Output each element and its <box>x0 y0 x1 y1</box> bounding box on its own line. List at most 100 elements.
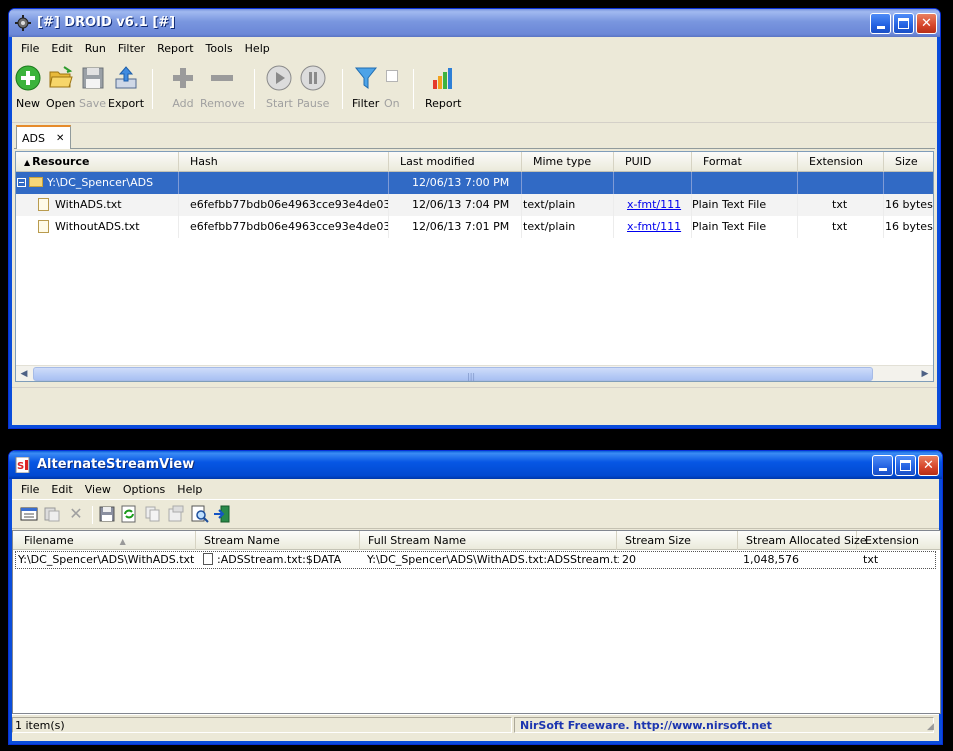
column-header-puid[interactable]: PUID <box>614 152 692 172</box>
table-row[interactable]: Y:\DC_Spencer\ADS\WithADS.txt :ADSStream… <box>15 551 936 569</box>
exit-icon[interactable] <box>213 505 231 523</box>
maximize-button[interactable] <box>895 455 916 476</box>
column-header-extension[interactable]: Extension <box>857 531 940 550</box>
menu-help[interactable]: Help <box>171 483 208 496</box>
toolbar-separator <box>152 69 153 109</box>
asv-title-bar[interactable]: S AlternateStreamView ✕ <box>9 451 942 479</box>
pause-button[interactable]: Pause <box>297 65 329 110</box>
remove-button[interactable]: Remove <box>200 65 245 110</box>
column-header-resource[interactable]: ▲ Resource <box>16 152 179 172</box>
cell-format: Plain Text File <box>692 216 798 238</box>
new-button[interactable]: New <box>15 65 41 110</box>
table-row[interactable]: WithoutADS.txt e6fefbb77bdb06e4963cce93e… <box>16 216 933 238</box>
menu-file[interactable]: File <box>15 42 45 55</box>
maximize-icon <box>900 460 911 471</box>
tab-ads[interactable]: ADS ✕ <box>16 125 71 149</box>
cell-mime-type: text/plain <box>522 194 614 216</box>
tab-close-icon[interactable]: ✕ <box>56 133 64 144</box>
window-title: AlternateStreamView <box>37 457 195 472</box>
collapse-icon[interactable] <box>17 177 26 187</box>
menu-tools[interactable]: Tools <box>200 42 239 55</box>
column-header-format[interactable]: Format <box>692 152 798 172</box>
minimize-button[interactable] <box>870 13 891 34</box>
add-label: Add <box>172 97 194 110</box>
menu-edit[interactable]: Edit <box>45 483 78 496</box>
menu-report[interactable]: Report <box>151 42 199 55</box>
menu-file[interactable]: File <box>15 483 45 496</box>
cell-format <box>692 172 798 194</box>
cell-puid[interactable]: x-fmt/111 <box>614 216 692 238</box>
delete-icon[interactable]: ✕ <box>67 505 85 523</box>
cell-extension: txt <box>798 194 884 216</box>
menu-options[interactable]: Options <box>117 483 171 496</box>
droid-gear-icon <box>15 15 31 31</box>
column-header-hash[interactable]: Hash <box>179 152 389 172</box>
menu-filter[interactable]: Filter <box>112 42 151 55</box>
column-header-stream-size[interactable]: Stream Size <box>617 531 738 550</box>
scroll-left-icon[interactable]: ◀ <box>16 366 32 381</box>
resize-grip-icon[interactable]: ◢ <box>927 722 939 734</box>
column-header-mime-type[interactable]: Mime type <box>522 152 614 172</box>
table-row[interactable]: WithADS.txt e6fefbb77bdb06e4963cce93e4de… <box>16 194 933 216</box>
checkbox-icon <box>385 70 398 82</box>
menu-view[interactable]: View <box>79 483 117 496</box>
refresh-icon[interactable] <box>120 505 138 523</box>
column-header-full-stream-name[interactable]: Full Stream Name <box>360 531 617 550</box>
properties-icon[interactable] <box>20 505 38 523</box>
column-header-size[interactable]: Size <box>884 152 933 172</box>
column-header-last-modified[interactable]: Last modified <box>389 152 522 172</box>
nirsoft-link[interactable]: NirSoft Freeware. http://www.nirsoft.net <box>514 717 934 733</box>
close-button[interactable]: ✕ <box>918 455 939 476</box>
cell-size: 16 bytes <box>885 198 933 211</box>
horizontal-scrollbar[interactable]: ◀ ||| ▶ <box>16 365 933 381</box>
close-button[interactable]: ✕ <box>916 13 937 34</box>
column-header-stream-allocated-size[interactable]: Stream Allocated Size <box>738 531 867 550</box>
droid-title-bar[interactable]: [#] DROID v6.1 [#] ✕ <box>9 9 940 37</box>
cell-hash: e6fefbb77bdb06e4963cce93e4de0389 <box>179 194 389 216</box>
filter-on-checkbox[interactable]: On <box>384 65 400 110</box>
menu-help[interactable]: Help <box>239 42 276 55</box>
add-button[interactable]: Add <box>170 65 196 110</box>
minus-icon <box>211 75 234 81</box>
start-button[interactable]: Start <box>266 65 293 110</box>
html-report-icon[interactable] <box>167 505 185 523</box>
open-button[interactable]: Open <box>46 65 75 110</box>
grip-icon: ||| <box>467 372 476 381</box>
scroll-right-icon[interactable]: ▶ <box>917 366 933 381</box>
save-icon[interactable] <box>98 505 116 523</box>
asv-toolbar: ✕ <box>12 499 939 529</box>
cell-hash <box>179 172 389 194</box>
menu-run[interactable]: Run <box>79 42 112 55</box>
minimize-button[interactable] <box>872 455 893 476</box>
window-title: [#] DROID v6.1 [#] <box>37 15 176 30</box>
column-header-stream-name[interactable]: Stream Name <box>196 531 360 550</box>
cell-puid[interactable]: x-fmt/111 <box>614 194 692 216</box>
menu-bar: File Edit View Options Help <box>12 479 939 499</box>
report-button[interactable]: Report <box>425 65 461 110</box>
save-button[interactable]: Save <box>79 65 106 110</box>
menu-edit[interactable]: Edit <box>45 42 78 55</box>
copy-icon[interactable] <box>144 505 162 523</box>
results-table: ▲ Resource Hash Last modified Mime type P… <box>15 151 934 382</box>
export-button[interactable]: Export <box>108 65 144 110</box>
cell-hash: e6fefbb77bdb06e4963cce93e4de0389 <box>179 216 389 238</box>
funnel-icon <box>354 67 377 89</box>
status-bar: 1 item(s) NirSoft Freeware. http://www.n… <box>12 714 939 734</box>
find-icon[interactable] <box>191 505 209 523</box>
toolbar-separator <box>342 69 343 109</box>
cell-size <box>884 172 933 194</box>
save-label: Save <box>79 97 107 110</box>
status-item-count: 1 item(s) <box>12 717 512 733</box>
column-header-extension[interactable]: Extension <box>798 152 884 172</box>
scroll-thumb[interactable]: ||| <box>33 367 873 381</box>
copy-stream-icon[interactable] <box>43 505 61 523</box>
table-row[interactable]: Y:\DC_Spencer\ADS 12/06/13 7:00 PM <box>16 172 933 194</box>
menu-bar: File Edit Run Filter Report Tools Help <box>12 38 937 58</box>
text-file-icon <box>38 197 49 211</box>
column-header-filename[interactable]: Filename ▲ <box>13 531 196 550</box>
filter-button[interactable]: Filter <box>352 65 379 110</box>
maximize-button[interactable] <box>893 13 914 34</box>
start-label: Start <box>266 97 293 110</box>
play-icon <box>266 65 292 91</box>
cell-resource: WithADS.txt <box>16 194 179 216</box>
